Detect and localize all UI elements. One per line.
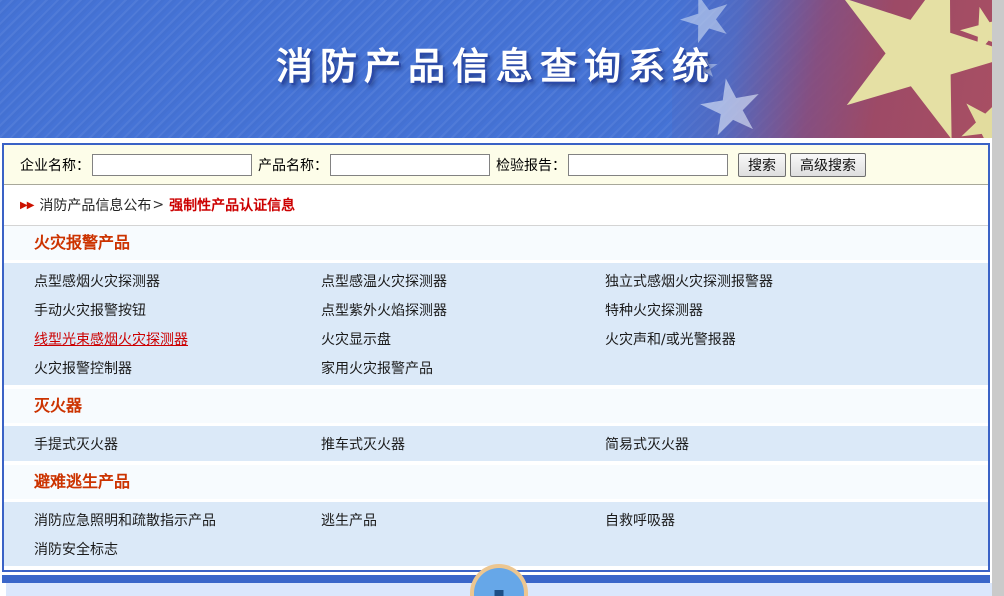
product-link[interactable]: 火灾声和/或光警报器 [575,329,988,349]
product-name-input[interactable] [330,154,490,176]
inspection-report-input[interactable] [568,154,728,176]
product-name-label: 产品名称： [258,155,328,175]
product-link[interactable]: 点型感温火灾探测器 [291,271,575,291]
window-edge-strip [992,0,1004,596]
product-link[interactable]: 火灾报警控制器 [4,358,291,378]
product-sections: 火灾报警产品 点型感烟火灾探测器 点型感温火灾探测器 独立式感烟火灾探测报警器 … [4,226,988,566]
product-link[interactable]: 简易式灭火器 [575,434,988,454]
breadcrumb-arrows-icon: ▶▶ [20,200,33,211]
emblem-shield-detail [495,590,504,596]
link-row: 火灾报警控制器 家用火灾报警产品 [4,353,988,382]
product-link[interactable]: 手提式灭火器 [4,434,291,454]
main-content-box: 企业名称： 产品名称： 检验报告： 搜索 高级搜索 ▶▶ 消防产品信息公布 > … [2,143,990,572]
flag-star-icon [948,86,992,138]
search-button[interactable]: 搜索 [738,153,786,177]
section-title-escape-products: 避难逃生产品 [4,465,988,499]
product-link[interactable]: 火灾显示盘 [291,329,575,349]
product-link[interactable]: 手动火灾报警按钮 [4,300,291,320]
product-link[interactable]: 自救呼吸器 [575,510,988,530]
app-window: 消防产品信息查询系统 企业名称： 产品名称： 检验报告： 搜索 高级搜索 ▶▶ … [0,0,1004,596]
page: 消防产品信息查询系统 企业名称： 产品名称： 检验报告： 搜索 高级搜索 ▶▶ … [0,0,992,596]
breadcrumb: ▶▶ 消防产品信息公布 > 强制性产品认证信息 [4,185,988,226]
breadcrumb-parent-link[interactable]: 消防产品信息公布 [39,195,151,215]
product-link[interactable]: 消防安全标志 [4,539,291,559]
section-links: 消防应急照明和疏散指示产品 逃生产品 自救呼吸器 消防安全标志 [4,502,988,566]
link-row: 手动火灾报警按钮 点型紫外火焰探测器 特种火灾探测器 [4,295,988,324]
search-bar: 企业名称： 产品名称： 检验报告： 搜索 高级搜索 [4,145,988,185]
product-link[interactable]: 特种火灾探测器 [575,300,988,320]
section-title-fire-alarm: 火灾报警产品 [4,226,988,260]
product-link[interactable]: 点型感烟火灾探测器 [4,271,291,291]
breadcrumb-current: 强制性产品认证信息 [169,195,295,215]
product-link[interactable]: 点型紫外火焰探测器 [291,300,575,320]
section-links: 点型感烟火灾探测器 点型感温火灾探测器 独立式感烟火灾探测报警器 手动火灾报警按… [4,263,988,385]
product-link[interactable]: 消防应急照明和疏散指示产品 [4,510,291,530]
link-row: 线型光束感烟火灾探测器 火灾显示盘 火灾声和/或光警报器 [4,324,988,353]
section-title-extinguishers: 灭火器 [4,389,988,423]
product-link[interactable]: 家用火灾报警产品 [291,358,575,378]
inspection-report-label: 检验报告： [496,155,566,175]
product-link[interactable]: 逃生产品 [291,510,575,530]
link-row: 点型感烟火灾探测器 点型感温火灾探测器 独立式感烟火灾探测报警器 [4,266,988,295]
product-link[interactable]: 独立式感烟火灾探测报警器 [575,271,988,291]
link-row: 消防应急照明和疏散指示产品 逃生产品 自救呼吸器 [4,505,988,534]
company-name-label: 企业名称： [20,155,90,175]
product-link-highlighted[interactable]: 线型光束感烟火灾探测器 [4,329,291,349]
company-name-input[interactable] [92,154,252,176]
page-title: 消防产品信息查询系统 [0,36,992,90]
product-link[interactable]: 推车式灭火器 [291,434,575,454]
advanced-search-button[interactable]: 高级搜索 [790,153,866,177]
section-links: 手提式灭火器 推车式灭火器 简易式灭火器 [4,426,988,461]
footer [6,583,992,596]
breadcrumb-separator: > [152,197,164,213]
banner: 消防产品信息查询系统 [0,0,992,138]
link-row: 手提式灭火器 推车式灭火器 简易式灭火器 [4,429,988,458]
link-row: 消防安全标志 [4,534,988,563]
